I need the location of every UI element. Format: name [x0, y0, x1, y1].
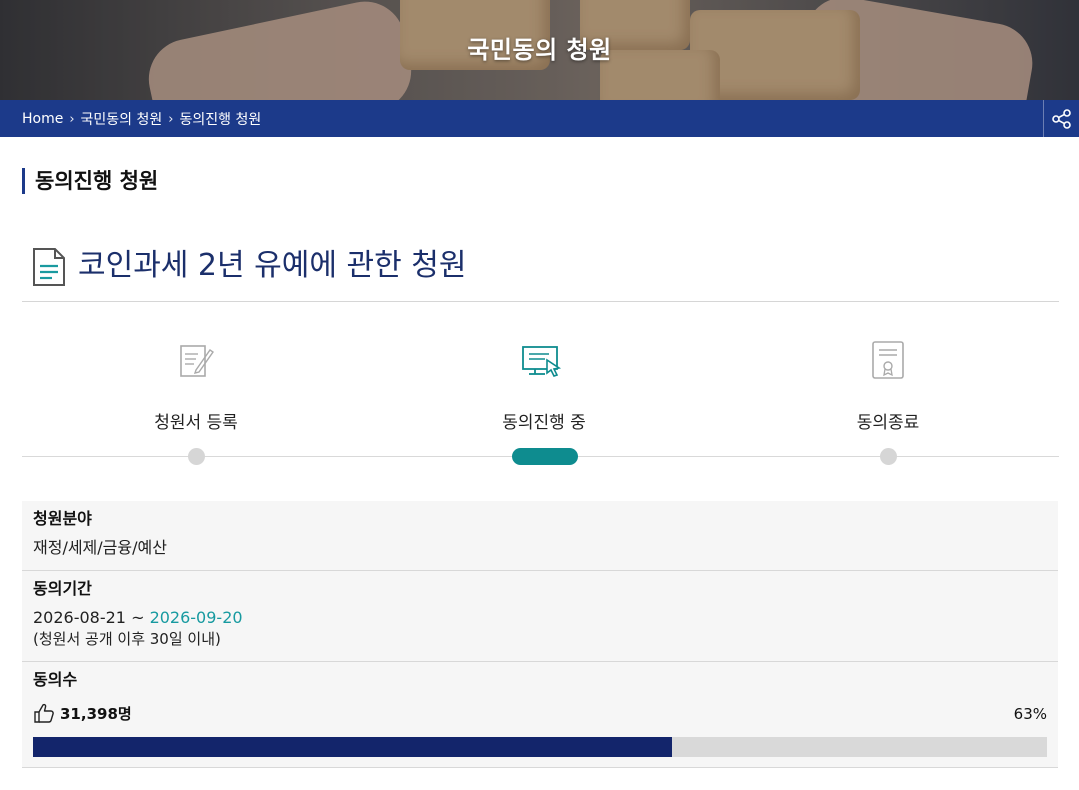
step-marker-active — [512, 448, 578, 465]
period-value: 2026-08-21 ~ 2026-09-20 — [33, 608, 1047, 628]
breadcrumb-petitions[interactable]: 국민동의 청원 — [81, 109, 163, 129]
section-title: 동의진행 청원 — [22, 168, 158, 194]
field-value: 재정/세제/금융/예산 — [33, 538, 167, 557]
petition-info: 청원분야 재정/세제/금융/예산 동의기간 2026-08-21 ~ 2026-… — [22, 501, 1058, 768]
document-icon — [33, 248, 65, 286]
period-end: 2026-09-20 — [149, 608, 243, 627]
period-label: 동의기간 — [33, 579, 92, 598]
step-registered: 청원서 등록 — [96, 335, 296, 433]
progress-steps: 청원서 등록 동의진행 중 동의종료 — [22, 335, 1059, 475]
period-start: 2026-08-21 — [33, 608, 126, 627]
thumbs-up-icon — [34, 703, 54, 723]
share-button[interactable] — [1043, 100, 1079, 137]
step-label: 동의진행 중 — [502, 413, 586, 433]
breadcrumb-current[interactable]: 동의진행 청원 — [179, 109, 261, 129]
signature-count: 31,398명 — [60, 704, 132, 723]
edit-document-icon — [180, 345, 214, 377]
count-line: 31,398명 — [33, 702, 132, 724]
field-label: 청원분야 — [33, 509, 92, 528]
hero-title: 국민동의 청원 — [467, 36, 612, 64]
period-note: (청원서 공개 이후 30일 이내) — [33, 630, 221, 648]
breadcrumb-bar: Home › 국민동의 청원 › 동의진행 청원 — [0, 100, 1079, 137]
step-closed: 동의종료 — [788, 335, 988, 433]
petition-header: 코인과세 2년 유예에 관한 청원 — [22, 240, 1059, 302]
step-in-progress: 동의진행 중 — [444, 335, 644, 433]
progress-bar — [33, 737, 1047, 757]
petition-title: 코인과세 2년 유예에 관한 청원 — [78, 248, 467, 283]
share-icon — [1051, 108, 1071, 129]
info-row-count: 동의수 31,398명 63% — [22, 662, 1058, 768]
breadcrumb-separator: › — [168, 111, 174, 127]
progress-percent: 63% — [1013, 705, 1047, 723]
info-row-period: 동의기간 2026-08-21 ~ 2026-09-20 (청원서 공개 이후 … — [22, 571, 1058, 662]
step-marker-closed — [880, 448, 897, 465]
breadcrumb: Home › 국민동의 청원 › 동의진행 청원 — [22, 109, 261, 129]
step-label: 청원서 등록 — [154, 413, 238, 433]
step-marker-registered — [188, 448, 205, 465]
step-label: 동의종료 — [856, 413, 920, 433]
info-row-field: 청원분야 재정/세제/금융/예산 — [22, 501, 1058, 571]
breadcrumb-home[interactable]: Home — [22, 111, 63, 127]
progress-fill — [33, 737, 672, 757]
certificate-icon — [872, 341, 904, 379]
count-label: 동의수 — [33, 670, 78, 689]
computer-click-icon — [522, 346, 562, 377]
breadcrumb-separator: › — [69, 111, 75, 127]
period-separator: ~ — [125, 608, 150, 627]
hero-banner: 국민동의 청원 — [0, 0, 1079, 100]
